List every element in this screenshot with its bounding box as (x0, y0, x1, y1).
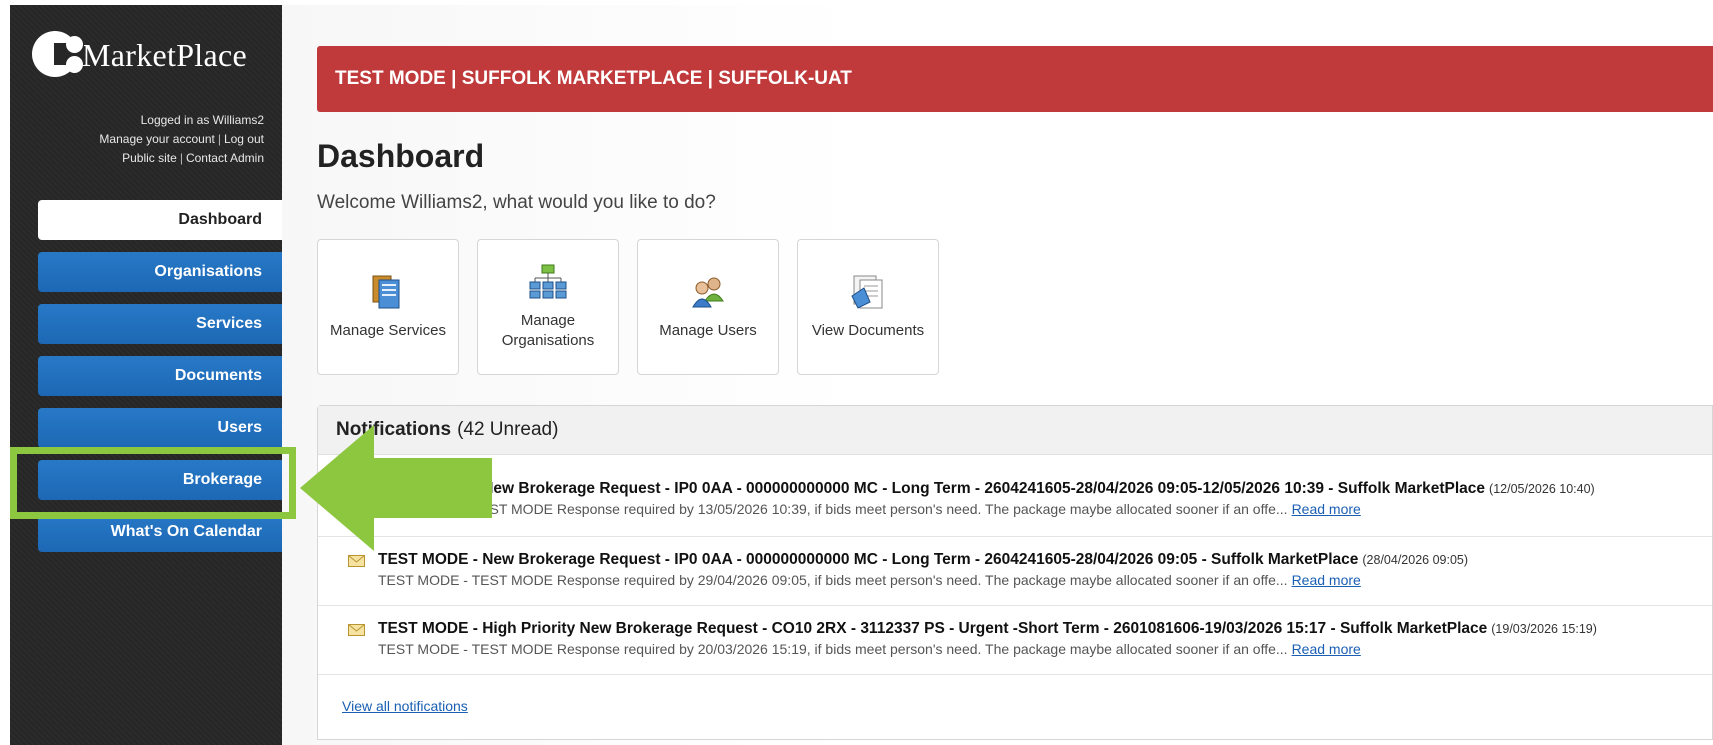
sidebar-item-users[interactable]: Users (38, 408, 282, 448)
sidebar-item-services[interactable]: Services (38, 304, 282, 344)
public-site-link[interactable]: Public site (122, 151, 177, 165)
tile-label: Manage Users (659, 322, 757, 339)
notification-date: (12/05/2026 10:40) (1489, 482, 1595, 496)
read-more-link[interactable]: Read more (1292, 572, 1361, 588)
tile-label: View Documents (811, 322, 925, 339)
notification-title[interactable]: TEST MODE - New Brokerage Request - IP0 … (378, 551, 1712, 569)
contact-admin-link[interactable]: Contact Admin (186, 151, 264, 165)
envelope-icon (348, 554, 365, 572)
organisations-icon (529, 263, 567, 301)
notification-body: TEST MODE - TEST MODE Response required … (378, 641, 1361, 657)
view-documents-tile[interactable]: View Documents (797, 239, 939, 375)
notifications-panel: Notifications (42 Unread) TEST MODE - Ne… (317, 405, 1713, 740)
read-more-link[interactable]: Read more (1292, 501, 1361, 517)
sidebar-item-dashboard[interactable]: Dashboard (38, 200, 282, 240)
manage-users-tile[interactable]: Manage Users (637, 239, 779, 375)
unread-count: (42 Unread) (457, 419, 559, 440)
login-info: Logged in as Williams2 Manage your accou… (99, 111, 264, 168)
welcome-text: Welcome Williams2, what would you like t… (317, 192, 716, 213)
read-more-link[interactable]: Read more (1292, 641, 1361, 657)
envelope-icon (348, 483, 365, 501)
logo-text: MarketPlace (82, 36, 248, 73)
sidebar-item-organisations[interactable]: Organisations (38, 252, 282, 292)
services-icon (371, 273, 405, 311)
view-all-notifications-link[interactable]: View all notifications (342, 698, 468, 714)
test-mode-banner: TEST MODE | SUFFOLK MARKETPLACE | SUFFOL… (317, 46, 1713, 112)
tile-label: Manage Organisations (501, 312, 595, 349)
notification-date: (28/04/2026 09:05) (1362, 553, 1469, 567)
notification-item[interactable]: TEST MODE - High Priority New Brokerage … (318, 606, 1712, 675)
logged-in-text: Logged in as Williams2 (140, 113, 264, 127)
notification-date: (19/03/2026 15:19) (1491, 622, 1597, 636)
separator: | (217, 132, 221, 146)
sidebar-item-documents[interactable]: Documents (38, 356, 282, 396)
documents-icon (850, 273, 886, 311)
sidebar-item-brokerage[interactable]: Brokerage (38, 460, 282, 500)
notification-body: TEST MODE - TEST MODE Response required … (378, 501, 1361, 517)
marketplace-logo[interactable]: MarketPlace (32, 27, 247, 83)
tile-label: Manage Services (330, 322, 446, 339)
separator: | (179, 151, 183, 165)
sidebar-nav: Dashboard Organisations Services Documen… (38, 200, 282, 564)
log-out-link[interactable]: Log out (224, 132, 264, 146)
manage-services-tile[interactable]: Manage Services (317, 239, 459, 375)
notification-title[interactable]: TEST MODE - High Priority New Brokerage … (378, 620, 1712, 638)
notification-body: TEST MODE - TEST MODE Response required … (378, 572, 1361, 588)
sidebar-item-whats-on-calendar[interactable]: What's On Calendar (38, 512, 282, 552)
logo-icon (32, 29, 88, 81)
page-title: Dashboard (317, 138, 485, 174)
notification-title[interactable]: TEST MODE - New Brokerage Request - IP0 … (378, 480, 1712, 498)
sidebar: MarketPlace Logged in as Williams2 Manag… (10, 5, 282, 745)
notifications-header: Notifications (42 Unread) (318, 406, 1712, 455)
users-icon (690, 273, 726, 311)
main-content: TEST MODE | SUFFOLK MARKETPLACE | SUFFOL… (282, 5, 1713, 745)
notification-item[interactable]: TEST MODE - New Brokerage Request - IP0 … (318, 537, 1712, 606)
envelope-icon (348, 623, 365, 641)
quick-actions: Manage Services Manage Organisations Man… (317, 239, 939, 375)
manage-organisations-tile[interactable]: Manage Organisations (477, 239, 619, 375)
manage-account-link[interactable]: Manage your account (99, 132, 214, 146)
notifications-heading: Notifications (336, 419, 452, 440)
notification-item[interactable]: TEST MODE - New Brokerage Request - IP0 … (318, 466, 1712, 537)
